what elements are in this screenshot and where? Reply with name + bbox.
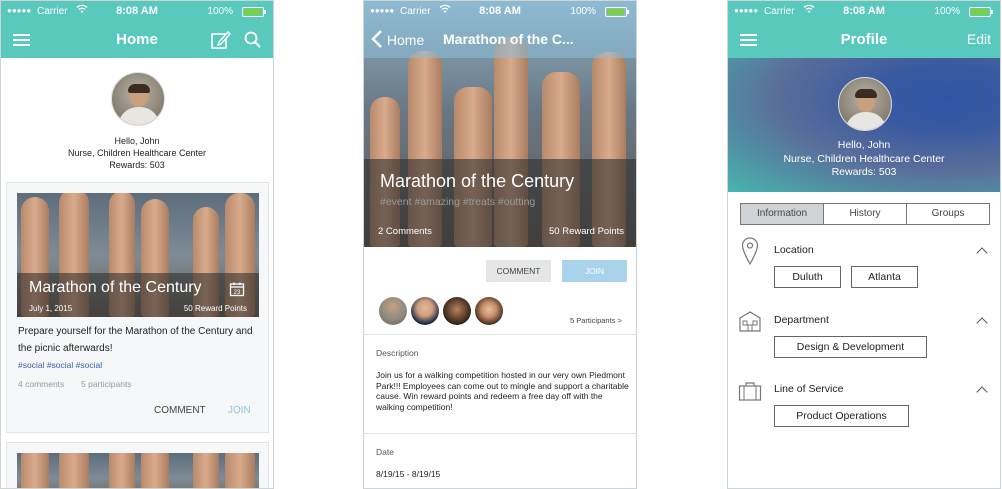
event-title: Marathon of the Century [29,279,202,296]
event-detail-screen: Marathon of the Century #event #amazing … [363,0,637,489]
comment-button[interactable]: COMMENT [154,405,206,416]
edit-button[interactable]: Edit [967,31,991,47]
compose-icon[interactable] [210,29,232,56]
line-of-service-label: Line of Service [774,383,844,395]
tab-groups[interactable]: Groups [906,203,990,225]
comments-count[interactable]: 2 Comments [378,226,432,237]
event-title: Marathon of the Century [380,171,575,191]
calendar-icon[interactable]: 23 [229,281,245,302]
location-chip[interactable]: Duluth [774,266,841,288]
greeting: Hello, John [114,136,160,146]
user-role: Nurse, Children Healthcare Center [783,153,945,165]
profile-screen: ●●●●● Carrier 8:08 AM 100% Profile Edit … [727,0,1001,489]
chevron-up-icon[interactable] [976,317,988,329]
event-description: Prepare yourself for the Marathon of the… [18,326,253,354]
battery-icon [242,7,266,17]
chevron-up-icon[interactable] [976,386,988,398]
date-label: Date [376,447,394,457]
join-button[interactable]: JOIN [228,405,251,416]
back-button[interactable]: Home [371,29,424,49]
avatar[interactable] [838,77,892,131]
participant-avatar[interactable] [475,297,503,325]
home-navbar: Home [1,23,273,58]
battery-icon [969,7,993,17]
event-tags[interactable]: #social #social #social [18,360,102,370]
participant-avatar[interactable] [443,297,471,325]
user-role: Nurse, Children Healthcare Center [67,148,207,158]
join-button[interactable]: JOIN [562,260,627,282]
divider [364,433,636,434]
location-chip[interactable]: Atlanta [851,266,918,288]
participants-link[interactable]: 5 Participants > [570,316,622,325]
participant-avatar[interactable] [411,297,439,325]
description-label: Description [376,348,419,358]
chevron-left-icon [371,30,382,48]
event-card[interactable] [6,442,269,488]
department-label: Department [774,314,829,326]
avatar[interactable] [111,72,165,126]
briefcase-icon [738,380,762,407]
search-icon[interactable] [243,30,263,55]
event-date-range: 8/19/15 - 8/19/15 [376,469,441,479]
department-chip[interactable]: Design & Development [774,336,927,358]
event-card[interactable]: Marathon of the Century 23 July 1, 2015 … [6,182,269,433]
battery-percent: 100% [570,6,596,17]
event-image: Marathon of the Century 23 July 1, 2015 … [17,193,259,317]
status-bar: ●●●●● Carrier 8:08 AM 100% [364,1,636,23]
location-pin-icon [741,237,759,270]
chevron-up-icon[interactable] [976,247,988,259]
page-title: Home [116,31,158,48]
divider [364,334,636,335]
event-points: 50 Reward Points [549,226,624,237]
battery-icon [605,7,629,17]
greeting: Hello, John [837,139,891,151]
svg-text:23: 23 [234,290,241,296]
tab-information[interactable]: Information [740,203,824,225]
building-icon [738,310,762,337]
event-navbar: Home Marathon of the C... [364,23,636,58]
event-date: July 1, 2015 [29,304,73,313]
event-description: Join us for a walking competition hosted… [376,370,629,412]
event-points: 50 Reward Points [183,304,247,313]
participant-avatar[interactable] [379,297,407,325]
page-title: Marathon of the C... [443,31,574,47]
status-bar: ●●●●● Carrier 8:08 AM 100% [1,1,273,23]
participants-count[interactable]: 5 participants [81,379,132,389]
location-label: Location [774,244,814,256]
event-image [17,453,259,488]
back-label: Home [386,32,425,48]
profile-navbar: Profile Edit [728,23,1000,58]
comment-button[interactable]: COMMENT [486,260,551,282]
event-tags[interactable]: #event #amazing #treats #outting [380,196,535,208]
home-screen: ●●●●● Carrier 8:08 AM 100% Home Hello, J… [0,0,274,489]
line-of-service-chip[interactable]: Product Operations [774,405,909,427]
battery-percent: 100% [207,6,233,17]
comments-count[interactable]: 4 comments [18,379,64,389]
event-hero-caption: Marathon of the Century #event #amazing … [364,159,636,247]
page-title: Profile [840,31,888,48]
rewards-count: Rewards: 503 [109,160,165,170]
rewards-count: Rewards: 503 [831,166,897,178]
tab-history[interactable]: History [823,203,907,225]
battery-percent: 100% [934,6,960,17]
status-bar: ●●●●● Carrier 8:08 AM 100% [728,1,1000,23]
